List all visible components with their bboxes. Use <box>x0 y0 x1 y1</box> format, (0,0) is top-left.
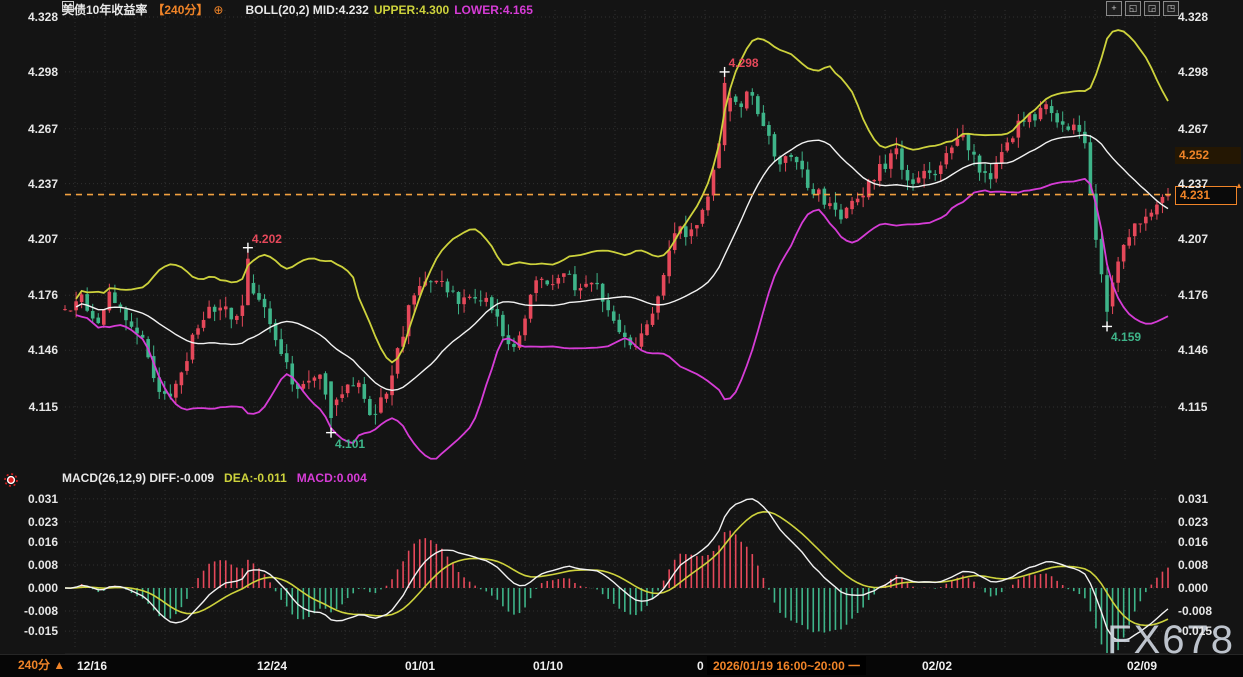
pane-layout-icon-1[interactable]: ◱ <box>1125 1 1141 16</box>
price-tick-right: 4.298 <box>1178 65 1208 79</box>
price-tick-left: 4.115 <box>2 400 58 414</box>
price-tick-left: 4.176 <box>2 288 58 302</box>
chart-canvas[interactable] <box>0 0 1243 677</box>
price-annotation: 4.159 <box>1111 330 1141 344</box>
x-axis-date: 02/02 <box>922 659 952 673</box>
price-tick-left: 4.207 <box>2 232 58 246</box>
price-tick-right: 4.237 <box>1178 177 1208 191</box>
dea-label: DEA:-0.011 <box>224 471 287 485</box>
macd-tick-left: 0.023 <box>2 515 58 529</box>
macd-tick-left: 0.031 <box>2 492 58 506</box>
boll-upper-label: UPPER:4.300 <box>374 3 449 17</box>
pane-layout-icon-2[interactable]: ◲ <box>1144 1 1160 16</box>
indicator-chart-icon[interactable] <box>228 4 240 15</box>
macd-tick-right: -0.008 <box>1178 604 1212 618</box>
watermark: FX678 <box>1107 618 1235 663</box>
chart-header: 美债10年收益率【240分】 ⊕ BOLL(20,2) MID:4.232 UP… <box>62 1 533 18</box>
instrument-title: 美债10年收益率 <box>62 1 147 18</box>
x-axis-date: 12/24 <box>257 659 287 673</box>
price-tick-right: 4.115 <box>1178 400 1207 414</box>
macd-tick-right: 0.031 <box>1178 492 1208 506</box>
price-tick-right: 4.267 <box>1178 122 1208 136</box>
price-tick-right: 4.146 <box>1178 343 1208 357</box>
price-tick-left: 4.267 <box>2 122 58 136</box>
x-axis-date: 01/10 <box>533 659 563 673</box>
expand-icon[interactable]: ⊕ <box>213 3 223 17</box>
x-axis-date: 01/01 <box>405 659 435 673</box>
covered-tick-remnant: 0 <box>697 659 704 673</box>
price-tick-right: 4.176 <box>1178 288 1208 302</box>
macd-tick-left: -0.008 <box>2 604 58 618</box>
chart-toolbar: + ◱ ◲ ◳ <box>1106 1 1179 16</box>
macd-tick-right: 0.000 <box>1178 581 1208 595</box>
move-tool-icon[interactable]: + <box>1106 1 1122 16</box>
macd-tick-right: -0.015 <box>1178 624 1212 638</box>
price-annotation: 4.202 <box>252 232 282 246</box>
price-direction-arrow-icon: ▲ <box>1231 180 1243 192</box>
macd-tick-left: 0.000 <box>2 581 58 595</box>
boll-mid-label: BOLL(20,2) MID:4.232 <box>245 3 368 17</box>
macd-tick-right: 0.008 <box>1178 558 1208 572</box>
price-tick-left: 4.146 <box>2 343 58 357</box>
x-axis-bar: 240分 ▲ 0 2026/01/19 16:00~20:00 一 12/16 1… <box>0 654 1243 677</box>
macd-tick-left: 0.016 <box>2 535 58 549</box>
price-tick-left: 4.328 <box>2 10 58 24</box>
price-tick-left: 4.237 <box>2 177 58 191</box>
price-tick-right: 4.328 <box>1178 10 1208 24</box>
macd-header: MACD(26,12,9) DIFF:-0.009 DEA:-0.011 MAC… <box>62 471 367 485</box>
period-badge[interactable]: 240分 ▲ <box>18 656 65 673</box>
pane-layout-icon-3[interactable]: ◳ <box>1163 1 1179 16</box>
price-tick-left: 4.298 <box>2 65 58 79</box>
reference-price-tag: 4.252 <box>1175 147 1241 164</box>
x-axis-date: 12/16 <box>77 659 107 673</box>
chart-app: { "colors":{"bg":"#141414","grid":"#3030… <box>0 0 1243 677</box>
macd-tick-left: 0.008 <box>2 558 58 572</box>
macd-tick-right: 0.016 <box>1178 535 1208 549</box>
price-tick-right: 4.207 <box>1178 232 1208 246</box>
boll-lower-label: LOWER:4.165 <box>454 3 533 17</box>
macd-tick-left: -0.015 <box>2 624 58 638</box>
price-annotation: 4.101 <box>335 437 365 451</box>
macd-diff-label: MACD(26,12,9) DIFF:-0.009 <box>62 471 214 485</box>
period-tag[interactable]: 【240分】 <box>152 1 208 18</box>
macd-value-label: MACD:0.004 <box>297 471 367 485</box>
macd-tick-right: 0.023 <box>1178 515 1208 529</box>
price-annotation: 4.298 <box>729 56 759 70</box>
hover-time-tooltip: 2026/01/19 16:00~20:00 一 <box>707 656 866 675</box>
